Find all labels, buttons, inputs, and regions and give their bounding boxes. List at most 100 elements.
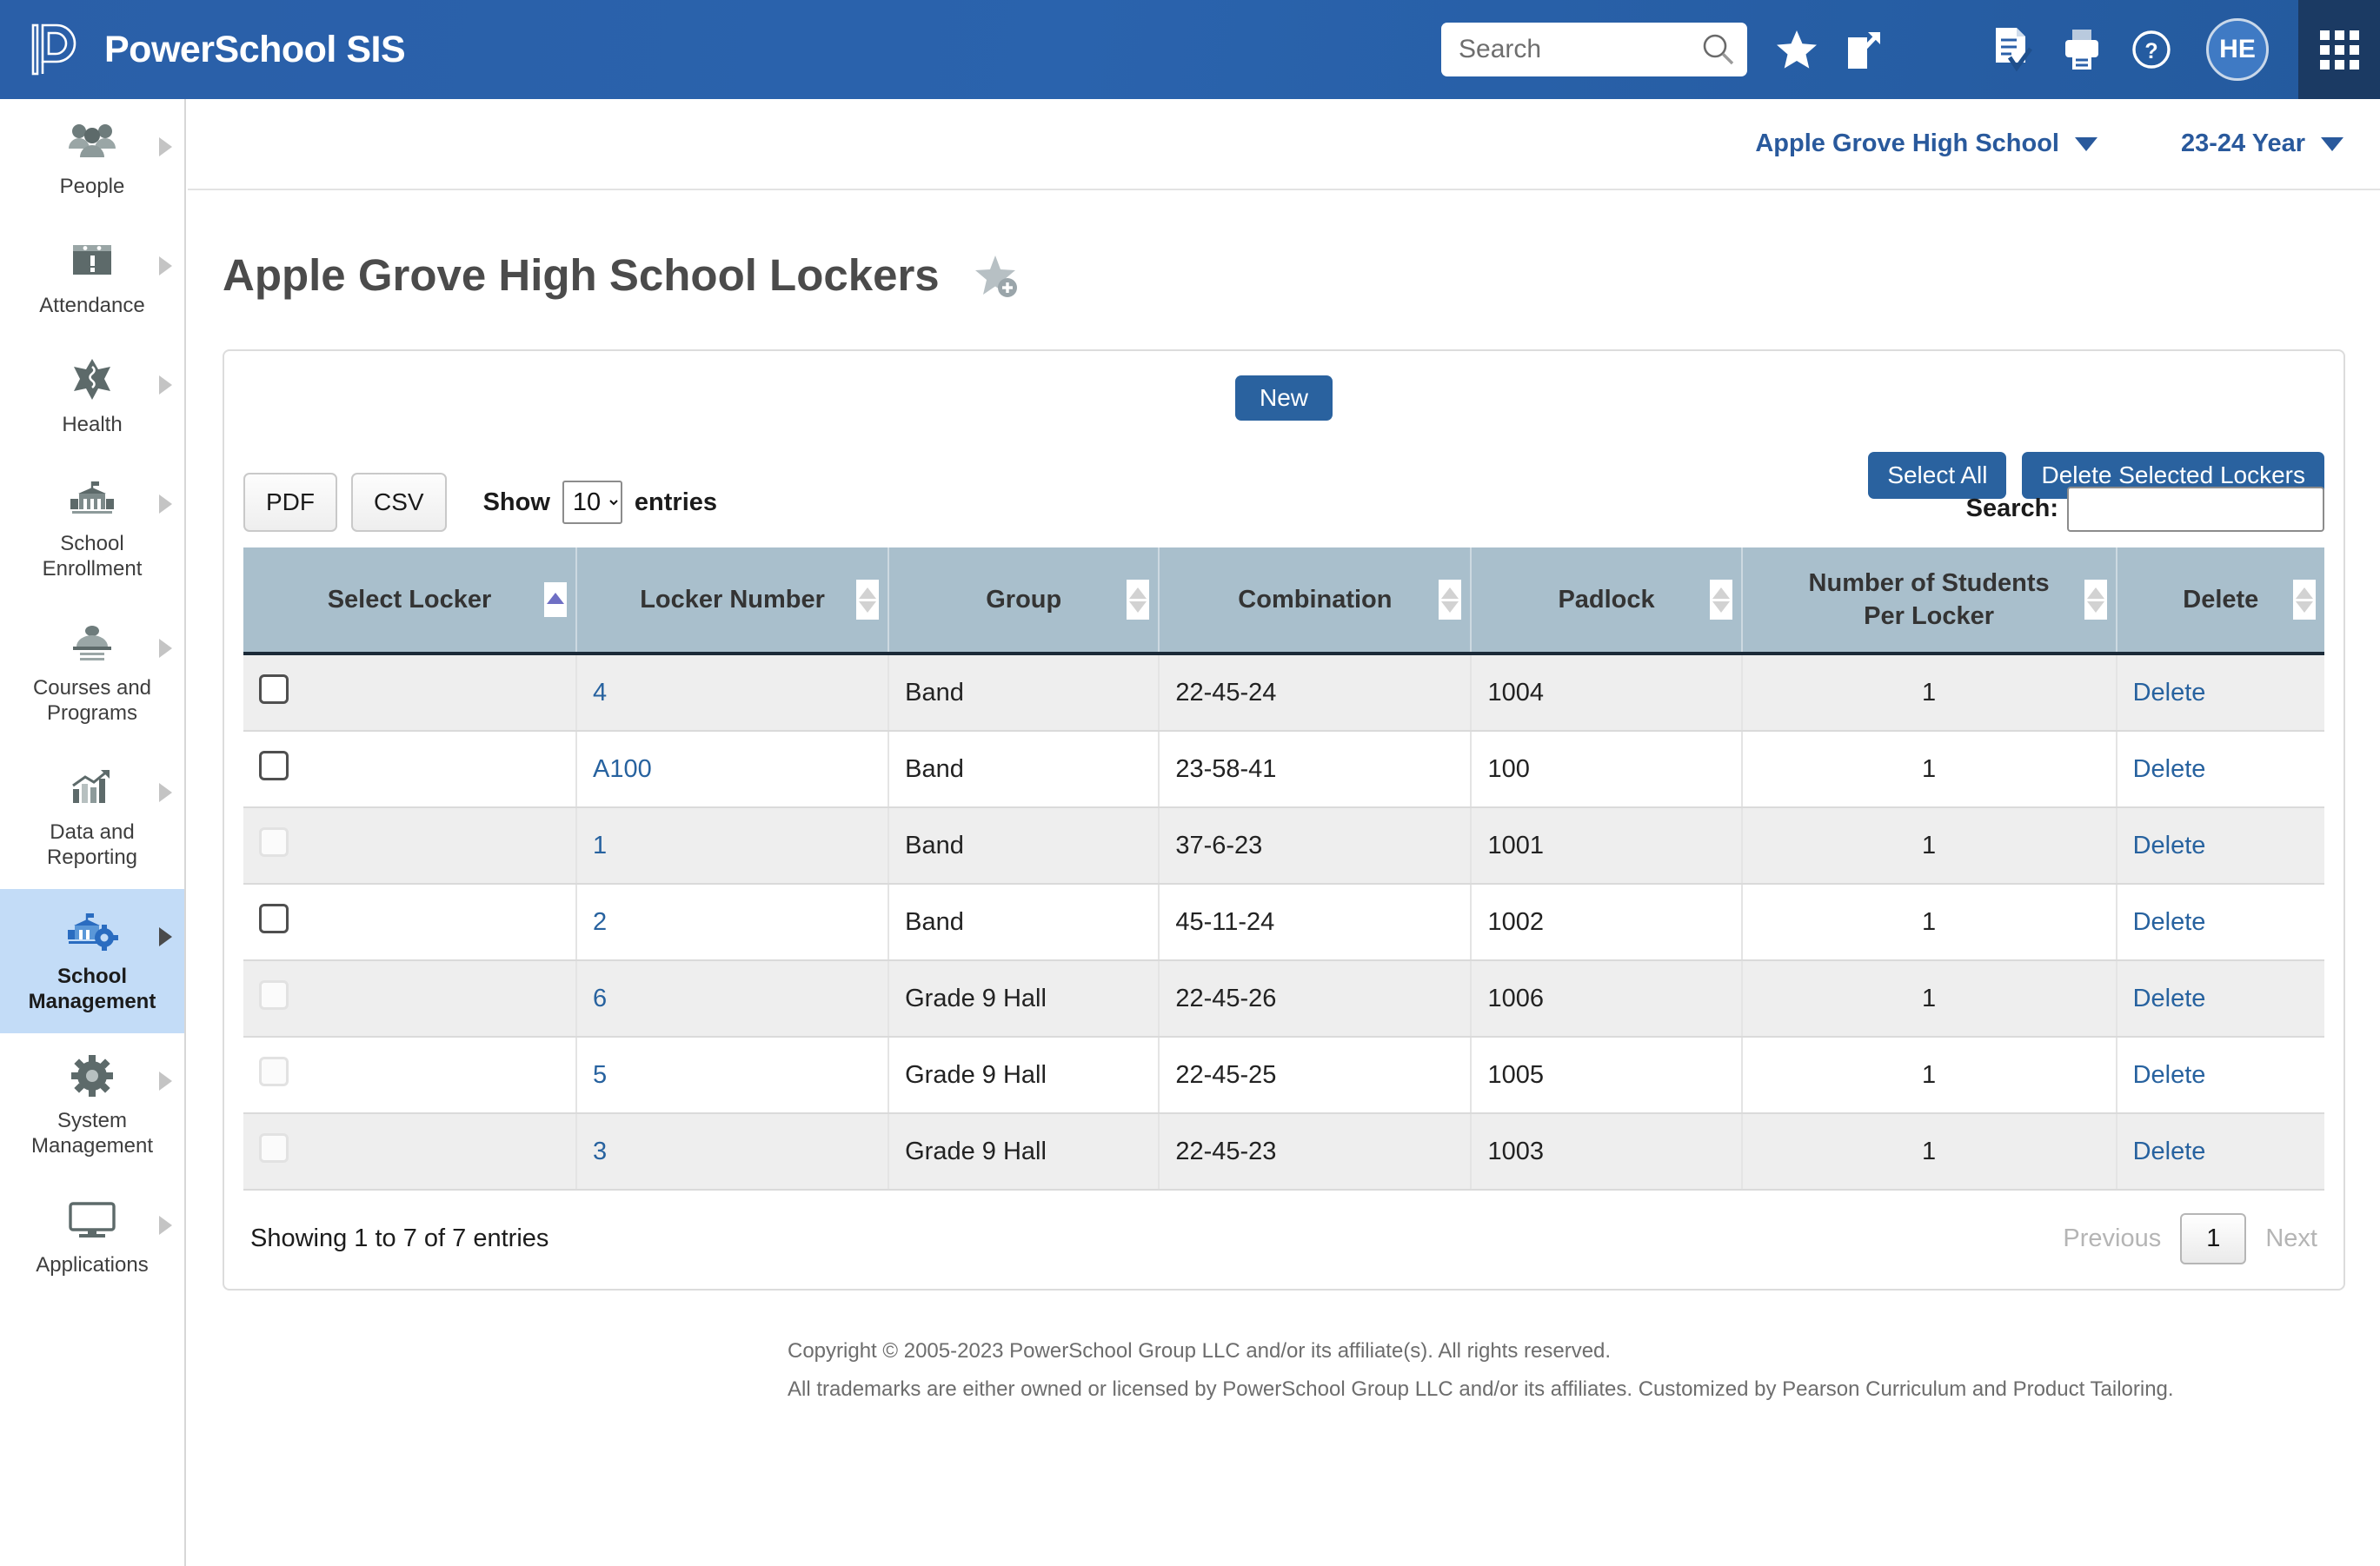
- column-label: Padlock: [1558, 586, 1654, 614]
- export-pdf-button[interactable]: PDF: [243, 473, 337, 532]
- cell-locker-number: A100: [576, 731, 888, 807]
- sort-indicator-ascending-icon[interactable]: [544, 582, 567, 617]
- school-selector[interactable]: Apple Grove High School: [1755, 129, 2097, 158]
- table-row: 5 Grade 9 Hall 22-45-25 1005 1 Delete: [243, 1037, 2324, 1113]
- sort-indicator-icon[interactable]: [1127, 580, 1149, 620]
- help-button[interactable]: ?: [2131, 30, 2171, 70]
- export-csv-button[interactable]: CSV: [351, 473, 447, 532]
- cell-select-locker: [243, 884, 576, 960]
- table-search-control: Search:: [1966, 487, 2324, 532]
- cell-locker-number: 5: [576, 1037, 888, 1113]
- delete-link[interactable]: Delete: [2133, 679, 2206, 707]
- sort-indicator-icon[interactable]: [2293, 580, 2316, 620]
- report-queue-button[interactable]: [1991, 26, 2032, 73]
- user-avatar[interactable]: HE: [2206, 18, 2269, 81]
- sort-indicator-icon[interactable]: [1439, 580, 1461, 620]
- column-header-group[interactable]: Group: [888, 547, 1159, 654]
- sidebar-item-system-management[interactable]: System Management: [0, 1033, 184, 1178]
- brand[interactable]: PowerSchool SIS: [31, 23, 405, 76]
- search-icon[interactable]: [1702, 33, 1735, 66]
- star-plus-icon[interactable]: [973, 253, 1018, 298]
- cell-group: Grade 9 Hall: [888, 1037, 1159, 1113]
- entries-per-page-select[interactable]: 10: [562, 481, 622, 524]
- sidebar-item-label: Health: [18, 412, 166, 437]
- sidebar-item-health[interactable]: Health: [0, 337, 184, 456]
- delete-link[interactable]: Delete: [2133, 908, 2206, 936]
- table-row: 1 Band 37-6-23 1001 1 Delete: [243, 807, 2324, 884]
- column-header-padlock[interactable]: Padlock: [1471, 547, 1741, 654]
- copyright-line-2: All trademarks are either owned or licen…: [788, 1370, 2380, 1409]
- sort-indicator-icon[interactable]: [1710, 580, 1732, 620]
- chevron-right-icon: [159, 1072, 172, 1091]
- cell-combination: 23-58-41: [1159, 731, 1471, 807]
- row-checkbox[interactable]: [259, 904, 289, 933]
- sort-indicator-icon[interactable]: [2084, 580, 2107, 620]
- cell-locker-number: 4: [576, 654, 888, 731]
- table-row: 4 Band 22-45-24 1004 1 Delete: [243, 654, 2324, 731]
- sort-indicator-icon[interactable]: [856, 580, 879, 620]
- favorites-button[interactable]: [1770, 23, 1824, 76]
- locker-number-link[interactable]: 6: [593, 985, 607, 1012]
- cell-padlock: 1005: [1471, 1037, 1741, 1113]
- table-search-input[interactable]: [2067, 487, 2324, 532]
- cell-students-per-locker: 1: [1742, 1037, 2117, 1113]
- table-head: Select Locker Locker Number Group C: [243, 547, 2324, 654]
- showing-entries-text: Showing 1 to 7 of 7 entries: [250, 1224, 548, 1253]
- delete-link[interactable]: Delete: [2133, 832, 2206, 859]
- svg-text:?: ?: [2144, 39, 2157, 63]
- row-checkbox[interactable]: [259, 674, 289, 704]
- sidebar-navigation: People Attendance Health: [0, 99, 186, 1566]
- delete-link[interactable]: Delete: [2133, 1061, 2206, 1089]
- print-button[interactable]: [2062, 27, 2102, 72]
- powerschool-p-logo-icon: [31, 23, 83, 76]
- column-label: Delete: [2183, 586, 2258, 614]
- global-search[interactable]: [1441, 23, 1747, 76]
- delete-link[interactable]: Delete: [2133, 985, 2206, 1012]
- sidebar-item-applications[interactable]: Applications: [0, 1178, 184, 1297]
- pagination-next[interactable]: Next: [2265, 1224, 2317, 1253]
- sidebar-item-courses-and-programs[interactable]: Courses and Programs: [0, 601, 184, 745]
- locker-number-link[interactable]: 3: [593, 1138, 607, 1165]
- locker-number-link[interactable]: A100: [593, 755, 652, 783]
- column-header-delete[interactable]: Delete: [2117, 547, 2324, 654]
- apps-menu-button[interactable]: [2298, 0, 2380, 99]
- cell-locker-number: 2: [576, 884, 888, 960]
- locker-number-link[interactable]: 1: [593, 832, 607, 859]
- column-header-number-of-students-per-locker[interactable]: Number of Students Per Locker: [1742, 547, 2117, 654]
- sidebar-item-school-management[interactable]: School Management: [0, 889, 184, 1033]
- sidebar-item-school-enrollment[interactable]: School Enrollment: [0, 456, 184, 601]
- table-row: 3 Grade 9 Hall 22-45-23 1003 1 Delete: [243, 1113, 2324, 1190]
- sidebar-item-people[interactable]: People: [0, 99, 184, 218]
- locker-number-link[interactable]: 2: [593, 908, 607, 936]
- sidebar-item-label: System Management: [18, 1108, 166, 1158]
- school-gear-icon: [66, 908, 118, 955]
- cell-padlock: 1006: [1471, 960, 1741, 1037]
- locker-number-link[interactable]: 5: [593, 1061, 607, 1089]
- column-header-select-locker[interactable]: Select Locker: [243, 547, 576, 654]
- column-label: Combination: [1238, 586, 1392, 614]
- row-checkbox: [259, 1057, 289, 1086]
- context-selector-bar: Apple Grove High School 23-24 Year: [188, 99, 2380, 190]
- delete-link[interactable]: Delete: [2133, 1138, 2206, 1165]
- cell-combination: 22-45-26: [1159, 960, 1471, 1037]
- column-header-locker-number[interactable]: Locker Number: [576, 547, 888, 654]
- locker-number-link[interactable]: 4: [593, 679, 607, 707]
- year-selector[interactable]: 23-24 Year: [2181, 129, 2343, 158]
- cell-group: Band: [888, 731, 1159, 807]
- sidebar-item-attendance[interactable]: Attendance: [0, 218, 184, 337]
- sidebar-item-label: Courses and Programs: [18, 675, 166, 726]
- pagination-previous[interactable]: Previous: [2063, 1224, 2161, 1253]
- row-checkbox[interactable]: [259, 751, 289, 780]
- cell-students-per-locker: 1: [1742, 731, 2117, 807]
- search-input[interactable]: [1441, 25, 1685, 74]
- cell-select-locker: [243, 807, 576, 884]
- cell-group: Grade 9 Hall: [888, 960, 1159, 1037]
- sidebar-item-data-and-reporting[interactable]: Data and Reporting: [0, 745, 184, 889]
- column-label-line1: Number of Students: [1809, 569, 2050, 597]
- new-button[interactable]: New: [1235, 375, 1333, 421]
- pagination-page-1[interactable]: 1: [2180, 1213, 2246, 1264]
- column-header-combination[interactable]: Combination: [1159, 547, 1471, 654]
- open-in-new-window-button[interactable]: [1839, 23, 1888, 76]
- delete-link[interactable]: Delete: [2133, 755, 2206, 783]
- attendance-board-icon: [70, 237, 115, 284]
